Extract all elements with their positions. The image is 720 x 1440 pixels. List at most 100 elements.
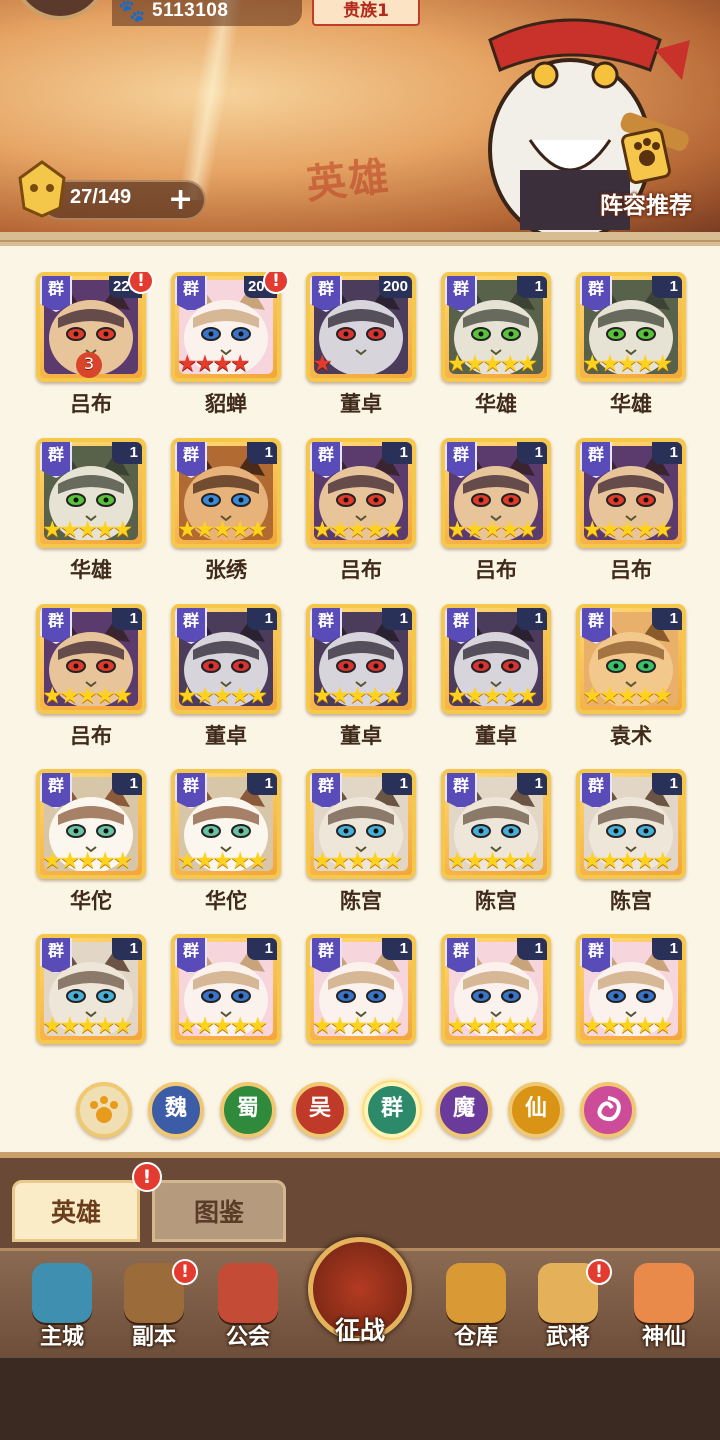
- filter-faction[interactable]: 群: [364, 1082, 420, 1138]
- hero-card[interactable]: 群 1 ★★★★★ 华雄: [570, 272, 686, 434]
- hero-card[interactable]: 群 1 ★★★★★ 吕布: [570, 438, 686, 600]
- hero-card[interactable]: 群 1 ★★★★★ 华佗: [30, 769, 146, 931]
- hero-level: 1: [652, 773, 682, 795]
- hero-card[interactable]: 群 1 ★★★★★: [570, 934, 686, 1056]
- filter-faction[interactable]: 魔: [436, 1082, 492, 1138]
- hero-name: 张绣: [205, 558, 247, 582]
- star-rating: ★★★★: [177, 351, 251, 377]
- nav-sword[interactable]: 副本!: [106, 1251, 202, 1361]
- filter-faction[interactable]: 吴: [292, 1082, 348, 1138]
- hero-card[interactable]: 群 1 ★★★★★ 华佗: [165, 769, 281, 931]
- star-rating: ★★★★★: [177, 848, 268, 874]
- hero-level: 1: [247, 773, 277, 795]
- hero-level: 1: [517, 442, 547, 464]
- paw-icon: [90, 1096, 118, 1123]
- lineup-recommend-button[interactable]: 阵容推荐: [590, 128, 702, 220]
- hero-portrait-frame: 群 1 ★★★★★: [441, 438, 551, 548]
- hero-portrait-frame: 群 1 ★★★★★: [576, 604, 686, 714]
- tab-alert-badge: !: [132, 1162, 162, 1192]
- hero-portrait-frame: 群 1 ★★★★★: [576, 934, 686, 1044]
- faction-badge: 群: [310, 608, 342, 644]
- paw-coin-icon: 🐾: [118, 0, 146, 24]
- star-rating: ★★★★★: [312, 1013, 403, 1039]
- hero-name: 董卓: [475, 724, 517, 748]
- filter-faction[interactable]: 蜀: [220, 1082, 276, 1138]
- hero-card[interactable]: 群 200 ★ 董卓: [300, 272, 416, 434]
- faction-badge: 群: [580, 938, 612, 974]
- nav-battle[interactable]: 征战: [302, 1225, 418, 1355]
- hero-card[interactable]: 群 1 ★★★★★: [165, 934, 281, 1056]
- nav-flag[interactable]: 公会: [200, 1251, 296, 1361]
- tab-codex[interactable]: 图鉴: [152, 1180, 286, 1242]
- star-rating: ★★★★★: [582, 517, 673, 543]
- star-rating: ★★★★★: [42, 517, 133, 543]
- hero-card[interactable]: 群 1 ★★★★★ 吕布: [435, 438, 551, 600]
- hero-card[interactable]: 群 1 ★★★★★ 吕布: [30, 604, 146, 766]
- card-paw-icon: [621, 128, 671, 184]
- hero-name: 董卓: [205, 724, 247, 748]
- hero-card[interactable]: 群 1 ★★★★★ 陈宫: [435, 769, 551, 931]
- hero-card[interactable]: 群 1 ★★★★★ 董卓: [300, 604, 416, 766]
- nav-castle[interactable]: 主城: [14, 1251, 110, 1361]
- hero-level: 1: [517, 773, 547, 795]
- hero-card[interactable]: 群 1 ★★★★★ 陈宫: [300, 769, 416, 931]
- faction-badge: 群: [310, 773, 342, 809]
- hero-card[interactable]: 群 1 ★★★★★ 董卓: [435, 604, 551, 766]
- hero-level: 1: [112, 938, 142, 960]
- hero-card[interactable]: 群 1 ★★★★★ 华雄: [30, 438, 146, 600]
- faction-badge: 群: [310, 442, 342, 478]
- hero-level: 200: [378, 276, 412, 298]
- add-slot-button[interactable]: +: [168, 180, 193, 220]
- hero-card[interactable]: 群 1 ★★★★★: [435, 934, 551, 1056]
- hero-portrait-frame: 群 1 ★★★★★: [576, 272, 686, 382]
- hero-card[interactable]: 群 1 ★★★★★ 袁术: [570, 604, 686, 766]
- hero-portrait-frame: 群 1 ★★★★★: [171, 604, 281, 714]
- hero-level: 1: [382, 773, 412, 795]
- hero-card[interactable]: 群 228 3! 吕布: [30, 272, 154, 434]
- hero-name: 董卓: [340, 724, 382, 748]
- hero-grid[interactable]: 群 228 3! 吕布 群 200 ★★★★! 貂蝉 群 200 ★ 董卓 群 1 ★★★★★ 华雄: [30, 272, 700, 1056]
- hero-level: 1: [112, 442, 142, 464]
- hero-level: 1: [517, 938, 547, 960]
- filter-faction[interactable]: 仙: [508, 1082, 564, 1138]
- hero-portrait-frame: 群 1 ★★★★★: [36, 934, 146, 1044]
- faction-badge: 群: [175, 276, 207, 312]
- hero-portrait-frame: 群 1 ★★★★★: [441, 604, 551, 714]
- hero-card[interactable]: 群 1 ★★★★★ 吕布: [300, 438, 416, 600]
- hero-name: 陈宫: [475, 889, 517, 913]
- hero-level: 1: [112, 608, 142, 630]
- hero-card[interactable]: 群 1 ★★★★★ 董卓: [165, 604, 281, 766]
- faction-badge: 群: [580, 276, 612, 312]
- filter-faction[interactable]: 魏: [148, 1082, 204, 1138]
- hero-card[interactable]: 群 1 ★★★★★ 陈宫: [570, 769, 686, 931]
- star-rating: ★★★★★: [447, 517, 538, 543]
- lightning-glow: [150, 0, 270, 200]
- hero-name: 袁术: [610, 724, 652, 748]
- nav-label: 主城: [39, 1325, 84, 1350]
- hero-card[interactable]: 群 1 ★★★★★: [30, 934, 146, 1056]
- hero-card[interactable]: 群 200 ★★★★! 貂蝉: [165, 272, 289, 434]
- nav-treasure-bag[interactable]: 仓库: [428, 1251, 524, 1361]
- swirl-icon: [597, 1096, 621, 1122]
- star-rating: ★★★★★: [582, 848, 673, 874]
- hero-card[interactable]: 群 1 ★★★★★ 华雄: [435, 272, 551, 434]
- hero-level: 1: [112, 773, 142, 795]
- filter-swirl-icon[interactable]: [580, 1082, 636, 1138]
- hero-portrait-frame: 群 200 ★: [306, 272, 416, 382]
- star-rating: ★★★★★: [447, 1013, 538, 1039]
- noble-rank-badge[interactable]: 贵族1: [312, 0, 420, 26]
- nav-fortune-cat[interactable]: 神仙: [616, 1251, 712, 1361]
- tab-heroes[interactable]: 英雄: [12, 1180, 140, 1242]
- faction-badge: 群: [310, 938, 342, 974]
- star-rating: ★★★★★: [177, 683, 268, 709]
- hero-list-panel: 群 228 3! 吕布 群 200 ★★★★! 貂蝉 群 200 ★ 董卓 群 1 ★★★★★ 华雄: [0, 232, 720, 1152]
- hero-name: 董卓: [340, 392, 382, 416]
- hero-card[interactable]: 群 1 ★★★★★: [300, 934, 416, 1056]
- hero-portrait-frame: 群 1 ★★★★★: [306, 769, 416, 879]
- hero-header: 🐾 5113108 贵族1 英雄 27/149 + 阵容推荐: [0, 0, 720, 232]
- filter-paw-icon[interactable]: [76, 1082, 132, 1138]
- nav-cat-hero[interactable]: 武将!: [520, 1251, 616, 1361]
- hero-card[interactable]: 群 1 ★★★★★ 张绣: [165, 438, 281, 600]
- hero-name: 吕布: [340, 558, 382, 582]
- player-avatar[interactable]: [12, 0, 108, 20]
